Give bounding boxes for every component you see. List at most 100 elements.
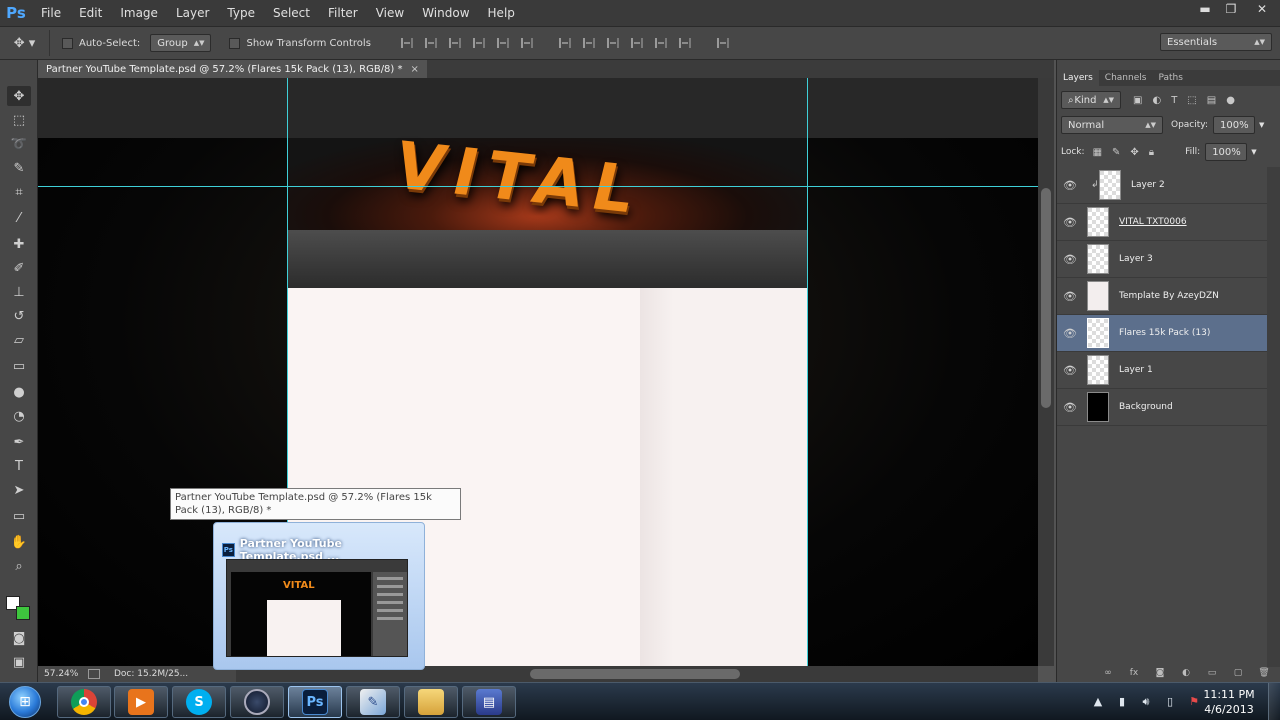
filter-kind-dropdown[interactable]: ⌕ Kind ▲▼ [1061,91,1121,109]
align-left-icon[interactable] [468,34,490,52]
menu-help[interactable]: Help [479,0,524,26]
blur-tool-icon[interactable]: ● [7,382,31,402]
taskbar-video-editor[interactable]: ▤ [462,686,516,718]
shape-filter-icon[interactable]: ⬚ [1187,95,1196,106]
fill-slider-arrow-icon[interactable]: ▼ [1251,148,1256,156]
menu-window[interactable]: Window [413,0,478,26]
vertical-guide-right[interactable] [807,78,808,666]
gradient-tool-icon[interactable]: ▭ [7,356,31,376]
distribute-vcenter-icon[interactable] [578,34,600,52]
visibility-eye-icon[interactable]: 👁︎ [1057,327,1083,340]
type-filter-icon[interactable]: T [1171,95,1177,106]
minimize-button[interactable]: ▬ [1192,0,1218,18]
align-vcenter-icon[interactable] [420,34,442,52]
tool-preset-picker[interactable]: ✥ ▾ [0,30,50,56]
start-button[interactable]: ⊞ [4,684,46,720]
restore-button[interactable]: ❐ [1218,0,1244,18]
new-group-icon[interactable]: ▭ [1205,667,1219,679]
quick-mask-icon[interactable]: ◙ [7,628,31,648]
layer-row[interactable]: 👁︎ Layer 3 [1057,241,1267,278]
horizontal-guide[interactable] [38,186,1038,187]
history-brush-tool-icon[interactable]: ↺ [7,306,31,326]
eyedropper-tool-icon[interactable]: ⁄ [7,208,31,228]
taskbar-skype[interactable]: S [172,686,226,718]
scroll-thumb[interactable] [1041,188,1051,408]
menu-select[interactable]: Select [264,0,319,26]
distribute-right-icon[interactable] [674,34,696,52]
lock-pixels-icon[interactable]: ✎ [1112,147,1120,158]
taskbar-media-player[interactable]: ▶ [114,686,168,718]
marquee-tool-icon[interactable]: ⬚ [7,110,31,130]
visibility-eye-icon[interactable]: 👁︎ [1057,253,1083,266]
show-hidden-icons[interactable]: ▲ [1090,694,1106,710]
layer-row[interactable]: 👁︎ Layer 1 [1057,352,1267,389]
visibility-eye-icon[interactable]: 👁︎ [1057,216,1083,229]
menu-type[interactable]: Type [218,0,264,26]
align-top-icon[interactable] [396,34,418,52]
new-layer-icon[interactable]: ▢ [1231,667,1245,679]
menu-view[interactable]: View [367,0,413,26]
link-layers-icon[interactable]: ∞ [1101,667,1115,679]
canvas-vertical-scrollbar[interactable] [1038,78,1054,666]
align-right-icon[interactable] [516,34,538,52]
distribute-bottom-icon[interactable] [602,34,624,52]
move-tool-icon[interactable]: ✥ [7,86,31,106]
checkbox[interactable] [229,37,241,49]
battery-icon[interactable]: ▯ [1162,694,1178,710]
menu-image[interactable]: Image [111,0,167,26]
taskbar-cinema4d[interactable] [230,686,284,718]
blend-mode-dropdown[interactable]: Normal ▲▼ [1061,116,1163,134]
document-tab[interactable]: Partner YouTube Template.psd @ 57.2% (Fl… [38,60,427,78]
clone-stamp-tool-icon[interactable]: ⊥ [7,282,31,302]
status-menu-icon[interactable] [88,669,100,679]
tab-layers[interactable]: Layers [1057,70,1099,86]
lasso-tool-icon[interactable]: ➰ [7,134,31,154]
lock-position-icon[interactable]: ✥ [1130,147,1138,158]
workspace-dropdown[interactable]: Essentials ▲▼ [1160,33,1272,51]
clock[interactable]: 11:11 PM 4/6/2013 [1196,687,1262,717]
visibility-eye-icon[interactable]: 👁︎ [1057,179,1083,192]
taskbar-thumbnail-preview[interactable]: Ps Partner YouTube Template.psd ... VITA… [213,522,425,670]
tab-paths[interactable]: Paths [1152,70,1188,86]
taskbar-chrome[interactable] [57,686,111,718]
volume-icon[interactable]: 🔊︎ [1138,694,1154,710]
network-signal-icon[interactable]: ▮ [1114,694,1130,710]
auto-align-icon[interactable] [712,34,734,52]
tab-channels[interactable]: Channels [1099,70,1153,86]
opacity-input[interactable]: 100% [1213,116,1255,134]
adjustment-layer-icon[interactable]: ◐ [1179,667,1193,679]
healing-brush-tool-icon[interactable]: ✚ [7,234,31,254]
visibility-eye-icon[interactable]: 👁︎ [1057,364,1083,377]
show-desktop-button[interactable] [1268,683,1280,720]
checkbox[interactable] [62,37,73,49]
filter-toggle-icon[interactable]: ● [1226,95,1235,106]
align-bottom-icon[interactable] [444,34,466,52]
taskbar-explorer[interactable] [404,686,458,718]
fill-input[interactable]: 100% [1205,143,1248,161]
quick-selection-tool-icon[interactable]: ✎ [7,158,31,178]
distribute-top-icon[interactable] [554,34,576,52]
layer-row-selected[interactable]: 👁︎ Flares 15k Pack (13) [1057,315,1267,352]
canvas-area[interactable]: VITAL [38,78,1038,666]
zoom-tool-icon[interactable]: ⌕ [7,556,31,576]
delete-layer-icon[interactable]: 🗑︎ [1257,667,1271,679]
layers-scrollbar[interactable] [1267,167,1280,667]
menu-edit[interactable]: Edit [70,0,111,26]
screen-mode-icon[interactable]: ▣ [7,652,31,672]
layer-row[interactable]: 👁︎ VITAL TXT0006 [1057,204,1267,241]
add-mask-icon[interactable]: ◙ [1153,667,1167,679]
close-tab-icon[interactable]: × [411,64,419,75]
dodge-tool-icon[interactable]: ◔ [7,406,31,426]
lock-transparency-icon[interactable]: ▦ [1093,147,1102,158]
align-hcenter-icon[interactable] [492,34,514,52]
eraser-tool-icon[interactable]: ▱ [7,330,31,350]
taskbar-photoshop[interactable]: Ps [288,686,342,718]
distribute-left-icon[interactable] [626,34,648,52]
visibility-eye-icon[interactable]: 👁︎ [1057,290,1083,303]
crop-tool-icon[interactable]: ⌗ [7,182,31,202]
scroll-thumb[interactable] [530,669,740,679]
layer-row[interactable]: 👁︎ Template By AzeyDZN [1057,278,1267,315]
pen-tool-icon[interactable]: ✒ [7,432,31,452]
layer-style-icon[interactable]: fx [1127,667,1141,679]
path-selection-tool-icon[interactable]: ➤ [7,480,31,500]
